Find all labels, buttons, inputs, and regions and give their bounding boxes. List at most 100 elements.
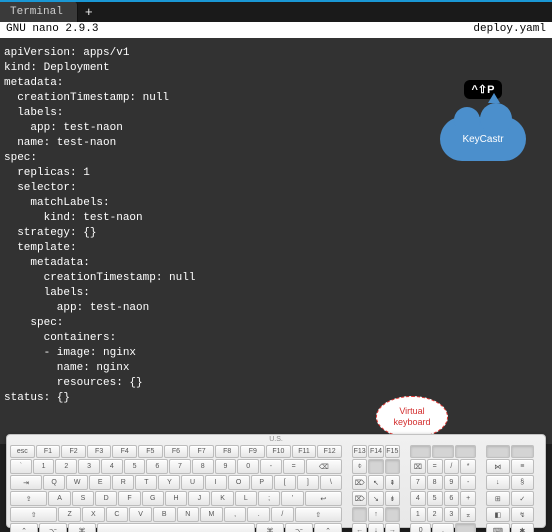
key-A[interactable]: A — [48, 491, 70, 506]
key-J[interactable]: J — [188, 491, 210, 506]
key-C[interactable]: C — [106, 507, 129, 522]
key-L[interactable]: L — [235, 491, 257, 506]
key-blank[interactable] — [410, 445, 431, 458]
key-N[interactable]: N — [177, 507, 200, 522]
key-5[interactable]: 5 — [427, 491, 443, 506]
key-P[interactable]: P — [251, 475, 273, 490]
key-K[interactable]: K — [211, 491, 233, 506]
key-⌨[interactable]: ⌨ — [486, 523, 510, 532]
key-D[interactable]: D — [95, 491, 117, 506]
key--[interactable]: - — [260, 459, 282, 474]
key-⌥[interactable]: ⌥ — [39, 523, 67, 532]
key-⊞[interactable]: ⊞ — [486, 491, 510, 506]
key-2[interactable]: 2 — [427, 507, 443, 522]
key-blank[interactable] — [352, 507, 367, 522]
key-F2[interactable]: F2 — [61, 445, 86, 458]
key-T[interactable]: T — [135, 475, 157, 490]
key-6[interactable]: 6 — [444, 491, 460, 506]
key-/[interactable]: / — [271, 507, 294, 522]
key-2[interactable]: 2 — [55, 459, 77, 474]
key-1[interactable]: 1 — [33, 459, 55, 474]
key-0[interactable]: 0 — [237, 459, 259, 474]
key-[[interactable]: [ — [274, 475, 296, 490]
key-/[interactable]: / — [444, 459, 460, 474]
key-=[interactable]: = — [283, 459, 305, 474]
key-R[interactable]: R — [112, 475, 134, 490]
key-⇟[interactable]: ⇟ — [385, 491, 400, 506]
key-F13[interactable]: F13 — [352, 445, 367, 458]
key-+[interactable]: + — [460, 491, 476, 506]
key-`[interactable]: ` — [10, 459, 32, 474]
key-blank[interactable] — [455, 445, 476, 458]
virtual-keyboard[interactable]: U.S. escF1F2F3F4F5F6F7F8F9F10F11F12 `123… — [6, 434, 546, 528]
key-≡[interactable]: ≡ — [511, 459, 535, 474]
key-blank[interactable] — [385, 459, 400, 474]
key-][interactable]: ] — [297, 475, 319, 490]
key-§[interactable]: § — [511, 475, 535, 490]
key-✓[interactable]: ✓ — [511, 491, 535, 506]
key-F4[interactable]: F4 — [112, 445, 137, 458]
key-F9[interactable]: F9 — [240, 445, 265, 458]
key-;[interactable]: ; — [258, 491, 280, 506]
key-G[interactable]: G — [142, 491, 164, 506]
key-O[interactable]: O — [228, 475, 250, 490]
key-↓[interactable]: ↓ — [368, 523, 383, 532]
key-blank[interactable] — [385, 507, 400, 522]
key-9[interactable]: 9 — [215, 459, 237, 474]
key-blank[interactable] — [486, 445, 510, 458]
tab-terminal[interactable]: Terminal — [0, 2, 78, 22]
key-F11[interactable]: F11 — [292, 445, 317, 458]
key-blank[interactable] — [368, 459, 383, 474]
key-←[interactable]: ← — [352, 523, 367, 532]
key-4[interactable]: 4 — [101, 459, 123, 474]
key-↖[interactable]: ↖ — [368, 475, 383, 490]
key-F8[interactable]: F8 — [215, 445, 240, 458]
key-→[interactable]: → — [385, 523, 400, 532]
key-⇧[interactable]: ⇧ — [10, 507, 57, 522]
key-⇥[interactable]: ⇥ — [10, 475, 42, 490]
key-E[interactable]: E — [89, 475, 111, 490]
key-.[interactable]: . — [247, 507, 270, 522]
key-⌽[interactable]: ⌽ — [352, 459, 367, 474]
key-↘[interactable]: ↘ — [368, 491, 383, 506]
key-⌃[interactable]: ⌃ — [10, 523, 38, 532]
key-H[interactable]: H — [165, 491, 187, 506]
key-F14[interactable]: F14 — [368, 445, 383, 458]
key-F6[interactable]: F6 — [164, 445, 189, 458]
key-\[interactable]: \ — [320, 475, 342, 490]
key-↓[interactable]: ↓ — [486, 475, 510, 490]
key-X[interactable]: X — [82, 507, 105, 522]
key-◧[interactable]: ◧ — [486, 507, 510, 522]
key-7[interactable]: 7 — [410, 475, 426, 490]
key-S[interactable]: S — [72, 491, 94, 506]
key-*[interactable]: * — [460, 459, 476, 474]
key-5[interactable]: 5 — [124, 459, 146, 474]
key-U[interactable]: U — [181, 475, 203, 490]
key-⌫[interactable]: ⌫ — [306, 459, 343, 474]
key--[interactable]: - — [460, 475, 476, 490]
key-⇧[interactable]: ⇧ — [295, 507, 342, 522]
key-⌘[interactable]: ⌘ — [68, 523, 96, 532]
key-M[interactable]: M — [200, 507, 223, 522]
key-F1[interactable]: F1 — [36, 445, 61, 458]
key-⌥[interactable]: ⌥ — [285, 523, 313, 532]
key-⌘[interactable]: ⌘ — [256, 523, 284, 532]
key-F15[interactable]: F15 — [385, 445, 400, 458]
key-0[interactable]: 0 — [410, 523, 431, 532]
key-4[interactable]: 4 — [410, 491, 426, 506]
key-8[interactable]: 8 — [427, 475, 443, 490]
key-blank[interactable] — [511, 445, 535, 458]
key-Y[interactable]: Y — [158, 475, 180, 490]
new-tab-button[interactable]: + — [78, 2, 100, 22]
key-I[interactable]: I — [205, 475, 227, 490]
key-3[interactable]: 3 — [444, 507, 460, 522]
key-esc[interactable]: esc — [10, 445, 35, 458]
key-Z[interactable]: Z — [58, 507, 81, 522]
key-F12[interactable]: F12 — [317, 445, 342, 458]
key-F3[interactable]: F3 — [87, 445, 112, 458]
key-V[interactable]: V — [129, 507, 152, 522]
key-F7[interactable]: F7 — [189, 445, 214, 458]
key-F10[interactable]: F10 — [266, 445, 291, 458]
key-.[interactable]: . — [432, 523, 453, 532]
key-⌦[interactable]: ⌦ — [352, 491, 367, 506]
